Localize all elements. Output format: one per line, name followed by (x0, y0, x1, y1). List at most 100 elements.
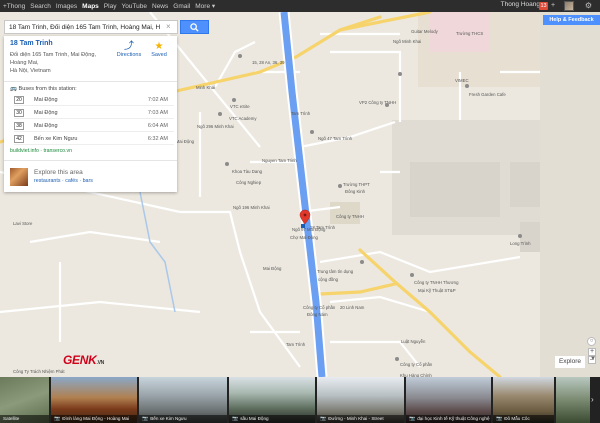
bus-destination: Bến xe Kim Ngưu (34, 136, 78, 142)
photo-thumbnail[interactable]: 📷 Đình làng Mai Động - Hoàng Mai (51, 377, 137, 423)
bus-number: 38 (14, 122, 24, 130)
bus-route-row[interactable]: 20 Mai Động 7:02 AM (14, 95, 174, 106)
map-label: Ngõ Minh Khai (393, 39, 422, 44)
photo-caption: Đường - Minh Khai - Street (328, 416, 384, 421)
bus-route-row[interactable]: 38 Mai Động 6:04 AM (14, 121, 174, 132)
map-label: Công ty TNHH Thương (414, 280, 459, 285)
bus-time: 7:02 AM (147, 97, 168, 103)
bus-route-row[interactable]: 30 Mai Động 7:03 AM (14, 108, 174, 119)
place-info-panel: 18 Tam Trinh Đối diện 165 Tam Trinh, Mai… (4, 36, 177, 192)
source-links[interactable]: buildviet.info · transerco.vn (10, 148, 72, 154)
photo-thumbnail[interactable]: 📷 sầu Mai Động (229, 377, 315, 423)
address-line: Hoàng Mai, (10, 60, 39, 66)
photo-thumbnail[interactable]: 📷 Bến xe Kim Ngưu (139, 377, 227, 423)
photo-thumbnail[interactable]: 📷 đại học Kinh tế Kỹ thuật Công nghệ (406, 377, 491, 423)
map-label: Trường THCS (456, 31, 484, 36)
map-label: cộng đồng (318, 277, 339, 282)
search-button[interactable] (180, 20, 209, 34)
poi-marker[interactable] (385, 103, 389, 107)
map-label: VIMEC (455, 78, 469, 83)
poi-marker[interactable] (465, 84, 469, 88)
google-bar: +Thong Search Images Maps Play YouTube N… (0, 0, 600, 12)
bus-number: 30 (14, 109, 24, 117)
gbar-item-youtube[interactable]: YouTube (121, 3, 147, 10)
gbar-item-plus[interactable]: +Thong (3, 3, 25, 10)
satellite-thumbnail[interactable]: Satellite (0, 377, 49, 423)
photo-caption: sầu Mai Động (240, 416, 269, 421)
camera-icon: 📷 (142, 416, 149, 422)
chevron-down-icon[interactable]: ▼ (590, 356, 596, 362)
map-label: Trường THPT (343, 182, 370, 187)
map-label: VP2 Công ty TNHH (359, 100, 397, 105)
map-block-building-1 (410, 162, 500, 217)
photo-strip: Satellite 📷 Đình làng Mai Động - Hoàng Ma… (0, 377, 600, 423)
poi-marker[interactable] (310, 130, 314, 134)
gear-icon[interactable]: ⚙ (585, 1, 592, 10)
gbar-item-gmail[interactable]: Gmail (173, 3, 190, 10)
map-label: Khoa Tàu Dang (232, 169, 263, 174)
gbar-item-maps[interactable]: Maps (82, 3, 99, 10)
map-label: Mai Động (263, 266, 282, 271)
gbar-item-search[interactable]: Search (30, 3, 51, 10)
avatar[interactable] (564, 1, 574, 11)
explore-area-links[interactable]: restaurants · cafés · bars (34, 178, 93, 184)
bus-number: 42 (14, 135, 24, 143)
poi-marker[interactable] (360, 260, 364, 264)
gbar-item-more[interactable]: More ▾ (195, 2, 215, 10)
poi-marker[interactable] (338, 184, 342, 188)
poi-marker[interactable] (395, 357, 399, 361)
gbar-item-play[interactable]: Play (104, 3, 117, 10)
photo-thumbnail[interactable]: 📷 Đô Mẫu Côc (493, 377, 554, 423)
close-icon[interactable]: × (166, 22, 171, 31)
share-icon[interactable]: + (551, 2, 560, 10)
user-name[interactable]: Thong Hoang (501, 1, 540, 8)
photo-thumbnail[interactable] (556, 377, 590, 423)
buses-heading-label: Buses from this station: (18, 86, 77, 92)
map-label: Đông Kinh (345, 189, 366, 194)
bus-time: 7:03 AM (147, 110, 168, 116)
chevron-right-icon[interactable]: › (591, 395, 594, 404)
help-feedback-button[interactable]: Help & Feedback (543, 15, 600, 25)
zoom-in-button[interactable]: + (588, 348, 596, 356)
poi-marker[interactable] (232, 98, 236, 102)
search-input[interactable]: 18 Tam Trinh, Đối diện 165 Tam Trinh, Ho… (4, 20, 178, 34)
photo-thumbnail[interactable]: 📷 Đường - Minh Khai - Street (317, 377, 404, 423)
place-title[interactable]: 18 Tam Trinh (10, 40, 53, 47)
map-label: Nguyen Tam Trinh (262, 158, 297, 163)
poi-marker[interactable] (410, 273, 414, 277)
map-label: Công ty Cổ phần (400, 362, 433, 367)
map-label: Ngõ 47 Tam Trình (318, 136, 353, 141)
watermark-brand: GENK (63, 353, 97, 367)
poi-marker[interactable] (238, 54, 242, 58)
poi-marker[interactable] (398, 72, 402, 76)
notifications-badge[interactable]: 13 (539, 2, 548, 10)
bus-destination: Mai Động (34, 97, 58, 103)
saved-button[interactable]: ★ Saved (146, 42, 172, 59)
camera-icon: 📷 (54, 416, 61, 422)
map-label: Guitar Melody (411, 29, 438, 34)
map-label: VTC Academy (229, 116, 257, 121)
gbar-item-news[interactable]: News (152, 3, 168, 10)
bus-time: 6:04 AM (147, 123, 168, 129)
camera-icon: 📷 (232, 416, 239, 422)
map-label: Công Nghiep (236, 180, 262, 185)
explore-tab[interactable]: Explore (555, 356, 585, 368)
photo-caption: Satellite (0, 415, 49, 423)
poi-marker[interactable] (225, 162, 229, 166)
explore-area-title[interactable]: Explore this area (34, 169, 83, 176)
map-label: Công ty TNHH (336, 214, 364, 219)
bus-time: 6:32 AM (147, 136, 168, 142)
address-line: Đối diện 165 Tam Trinh, Mai Động, (10, 52, 97, 58)
compass-icon[interactable]: ○ (587, 337, 596, 346)
map-label: Tam Trình (286, 342, 306, 347)
gbar-item-images[interactable]: Images (56, 3, 77, 10)
map-label: Minh Khai (196, 85, 216, 90)
explore-thumbnail[interactable] (10, 168, 28, 186)
map-label: Công ty Cổ phần (303, 305, 336, 310)
poi-marker[interactable] (518, 234, 522, 238)
bus-icon: 🚌 (10, 86, 17, 92)
bus-route-row[interactable]: 42 Bến xe Kim Ngưu 6:32 AM (14, 134, 174, 145)
directions-button[interactable]: ⤴ Directions (116, 42, 142, 59)
map-label: Ngõ 296 Minh Khai (197, 124, 234, 129)
poi-marker[interactable] (218, 112, 222, 116)
